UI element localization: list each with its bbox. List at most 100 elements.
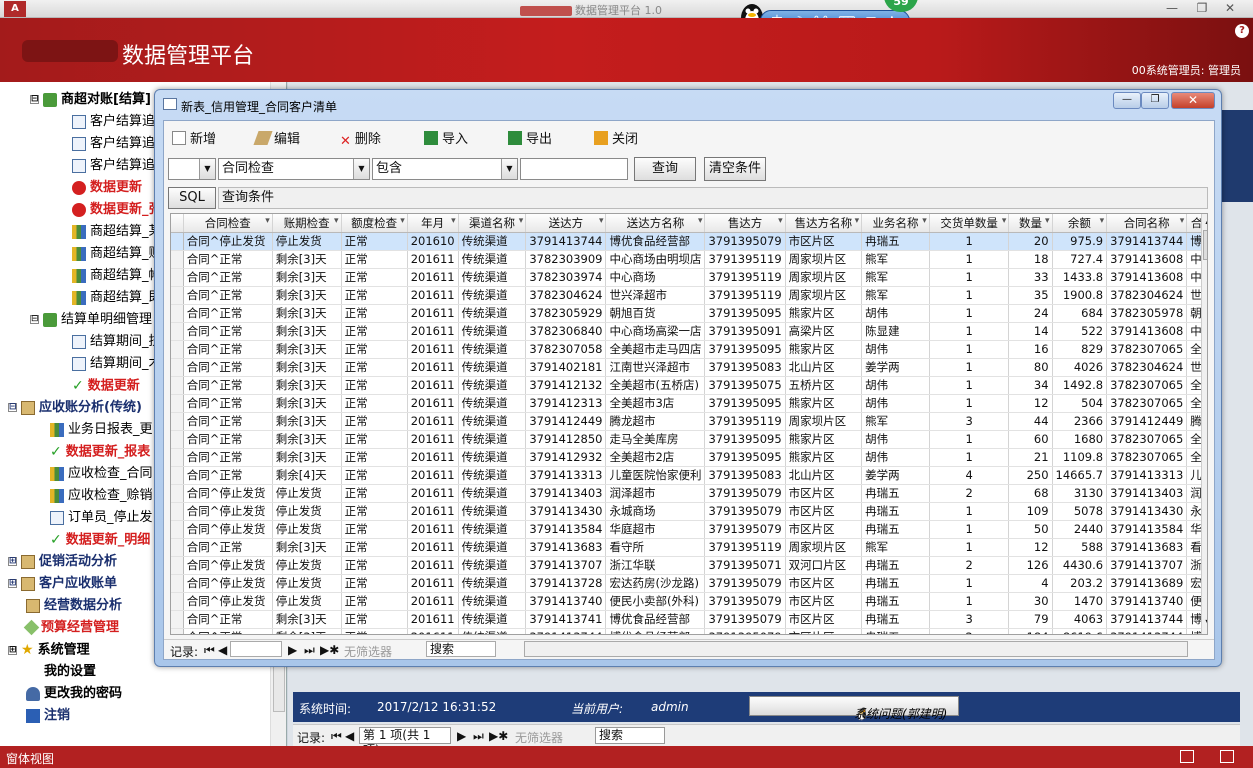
table-cell[interactable]: 3791412132 bbox=[525, 376, 607, 395]
table-cell[interactable]: 胡伟 bbox=[861, 394, 930, 413]
table-cell[interactable]: 停止发货 bbox=[272, 484, 342, 503]
table-cell[interactable]: 3782303974 bbox=[525, 268, 607, 287]
column-header[interactable]: 送达方 bbox=[525, 214, 607, 233]
table-cell[interactable]: 1 bbox=[929, 520, 1010, 539]
table-cell[interactable]: 周家坝片区 bbox=[785, 412, 863, 431]
table-cell[interactable]: 胡伟 bbox=[861, 376, 930, 395]
table-cell[interactable]: 市区片区 bbox=[785, 574, 863, 593]
table-cell[interactable]: 3791413584 bbox=[525, 520, 607, 539]
table-cell[interactable]: 传统渠道 bbox=[458, 556, 527, 575]
table-cell[interactable]: 传统渠道 bbox=[458, 322, 527, 341]
table-cell[interactable]: 合同^停止发货 bbox=[183, 556, 273, 575]
tree-item-data-update[interactable]: ✓ 数据更新_明细 bbox=[50, 529, 150, 551]
table-cell[interactable]: 3782307065 bbox=[1106, 340, 1188, 359]
table-cell[interactable]: 21 bbox=[1008, 448, 1053, 467]
table-cell[interactable]: 双河口片区 bbox=[785, 556, 863, 575]
grid-search-input[interactable]: 搜索 bbox=[426, 641, 496, 657]
table-cell[interactable]: 正常 bbox=[341, 304, 408, 323]
table-cell[interactable]: 3782307065 bbox=[1106, 448, 1188, 467]
table-cell[interactable]: 3791413689 bbox=[1106, 574, 1188, 593]
table-cell[interactable]: 合同^停止发货 bbox=[183, 484, 273, 503]
table-cell[interactable]: 周家坝片区 bbox=[785, 286, 863, 305]
table-cell[interactable]: 522 bbox=[1052, 322, 1108, 341]
row-selector[interactable] bbox=[171, 628, 184, 634]
table-cell[interactable]: 3791413744 bbox=[1106, 610, 1188, 629]
table-cell[interactable]: 胡伟 bbox=[861, 304, 930, 323]
table-cell[interactable]: 陈显建 bbox=[861, 322, 930, 341]
table-cell[interactable]: 剩余[3]天 bbox=[272, 286, 342, 305]
row-selector[interactable] bbox=[171, 340, 184, 359]
table-cell[interactable]: 201611 bbox=[407, 466, 459, 485]
column-header[interactable]: 送达方名称 bbox=[605, 214, 706, 233]
table-cell[interactable]: 829 bbox=[1052, 340, 1108, 359]
table-cell[interactable]: 冉瑞五 bbox=[861, 628, 930, 634]
collapse-icon[interactable]: ⊟ bbox=[30, 315, 39, 324]
table-cell[interactable]: 合同^正常 bbox=[183, 628, 273, 634]
table-row[interactable]: 合同^停止发货 停止发货 正常 201611 传统渠道 3791413707 浙江华联 379… bbox=[171, 556, 1207, 575]
table-cell[interactable]: 201611 bbox=[407, 322, 459, 341]
table-cell[interactable]: 1 bbox=[929, 592, 1010, 611]
table-cell[interactable]: 熊家片区 bbox=[785, 394, 863, 413]
table-cell[interactable]: 3782305978 bbox=[1106, 304, 1188, 323]
table-cell[interactable]: 熊家片区 bbox=[785, 340, 863, 359]
table-row[interactable]: 合同^停止发货 停止发货 正常 201611 传统渠道 3791413584 华庭超市 379… bbox=[171, 520, 1207, 539]
table-cell[interactable]: 传统渠道 bbox=[458, 394, 527, 413]
tree-node-receivables[interactable]: ⊟ 应收账分析(传统) bbox=[8, 397, 142, 419]
table-cell[interactable]: 传统渠道 bbox=[458, 592, 527, 611]
table-cell[interactable]: 熊军 bbox=[861, 538, 930, 557]
tree-item-report[interactable]: 商超结算_即 bbox=[72, 287, 162, 309]
row-selector-header[interactable] bbox=[171, 214, 184, 233]
table-cell[interactable]: 3791413740 bbox=[1106, 592, 1188, 611]
table-cell[interactable]: 1900.8 bbox=[1052, 286, 1108, 305]
first-record-icon[interactable]: ⏮ bbox=[204, 643, 215, 658]
table-cell[interactable]: 北山片区 bbox=[785, 358, 863, 377]
table-cell[interactable]: 2 bbox=[929, 484, 1010, 503]
table-cell[interactable]: 冉瑞五 bbox=[861, 232, 930, 251]
table-cell[interactable]: 201611 bbox=[407, 304, 459, 323]
table-cell[interactable]: 冉瑞五 bbox=[861, 610, 930, 629]
row-selector[interactable] bbox=[171, 574, 184, 593]
table-cell[interactable]: 4026 bbox=[1052, 358, 1108, 377]
table-cell[interactable]: 504 bbox=[1052, 394, 1108, 413]
table-cell[interactable]: 3791395079 bbox=[704, 232, 786, 251]
tree-node-logout[interactable]: 注销 bbox=[26, 705, 70, 727]
table-cell[interactable]: 3 bbox=[929, 412, 1010, 431]
table-cell[interactable]: 停止发货 bbox=[272, 574, 342, 593]
table-cell[interactable]: 市区片区 bbox=[785, 232, 863, 251]
table-cell[interactable]: 250 bbox=[1008, 466, 1053, 485]
table-cell[interactable]: 3791413744 bbox=[525, 232, 607, 251]
window-restore-button[interactable]: ❐ bbox=[1141, 92, 1169, 109]
table-cell[interactable]: 正常 bbox=[341, 466, 408, 485]
table-cell[interactable]: 剩余[3]天 bbox=[272, 628, 342, 634]
table-cell[interactable]: 合同^正常 bbox=[183, 412, 273, 431]
table-cell[interactable]: 201611 bbox=[407, 610, 459, 629]
table-cell[interactable]: 剩余[3]天 bbox=[272, 448, 342, 467]
table-cell[interactable]: 1433.8 bbox=[1052, 268, 1108, 287]
table-row[interactable]: 合同^正常 剩余[3]天 正常 201611 传统渠道 3782307058 全美超市走马四… bbox=[171, 340, 1207, 359]
table-cell[interactable]: 传统渠道 bbox=[458, 268, 527, 287]
table-cell[interactable]: 剩余[3]天 bbox=[272, 304, 342, 323]
table-cell[interactable]: 2440 bbox=[1052, 520, 1108, 539]
tree-node-system[interactable]: ⊞ ★ 系统管理 bbox=[8, 639, 90, 661]
table-cell[interactable]: 正常 bbox=[341, 628, 408, 634]
table-cell[interactable]: 3791395079 bbox=[704, 592, 786, 611]
row-selector[interactable] bbox=[171, 556, 184, 575]
table-cell[interactable]: 全美超市2店 bbox=[605, 448, 706, 467]
query-condition-field[interactable]: 查询条件 bbox=[218, 187, 1208, 209]
table-cell[interactable]: 3791413608 bbox=[1106, 250, 1188, 269]
table-cell[interactable]: 合同^正常 bbox=[183, 394, 273, 413]
table-cell[interactable]: 合同^停止发货 bbox=[183, 592, 273, 611]
table-cell[interactable]: 50 bbox=[1008, 520, 1053, 539]
row-selector[interactable] bbox=[171, 538, 184, 557]
table-cell[interactable]: 正常 bbox=[341, 286, 408, 305]
column-header[interactable]: 渠道名称 bbox=[458, 214, 527, 233]
row-selector[interactable] bbox=[171, 592, 184, 611]
table-cell[interactable]: 停止发货 bbox=[272, 592, 342, 611]
table-row[interactable]: 合同^正常 剩余[3]天 正常 201611 传统渠道 3782303909 中心商场由明坝… bbox=[171, 250, 1207, 269]
table-cell[interactable]: 合同^正常 bbox=[183, 448, 273, 467]
chevron-down-icon[interactable]: ▼ bbox=[199, 159, 215, 179]
table-cell[interactable]: 熊军 bbox=[861, 286, 930, 305]
tree-item-report[interactable]: 客户结算追 bbox=[72, 133, 155, 155]
table-cell[interactable]: 3791413403 bbox=[1106, 484, 1188, 503]
table-cell[interactable]: 3791395095 bbox=[704, 340, 786, 359]
